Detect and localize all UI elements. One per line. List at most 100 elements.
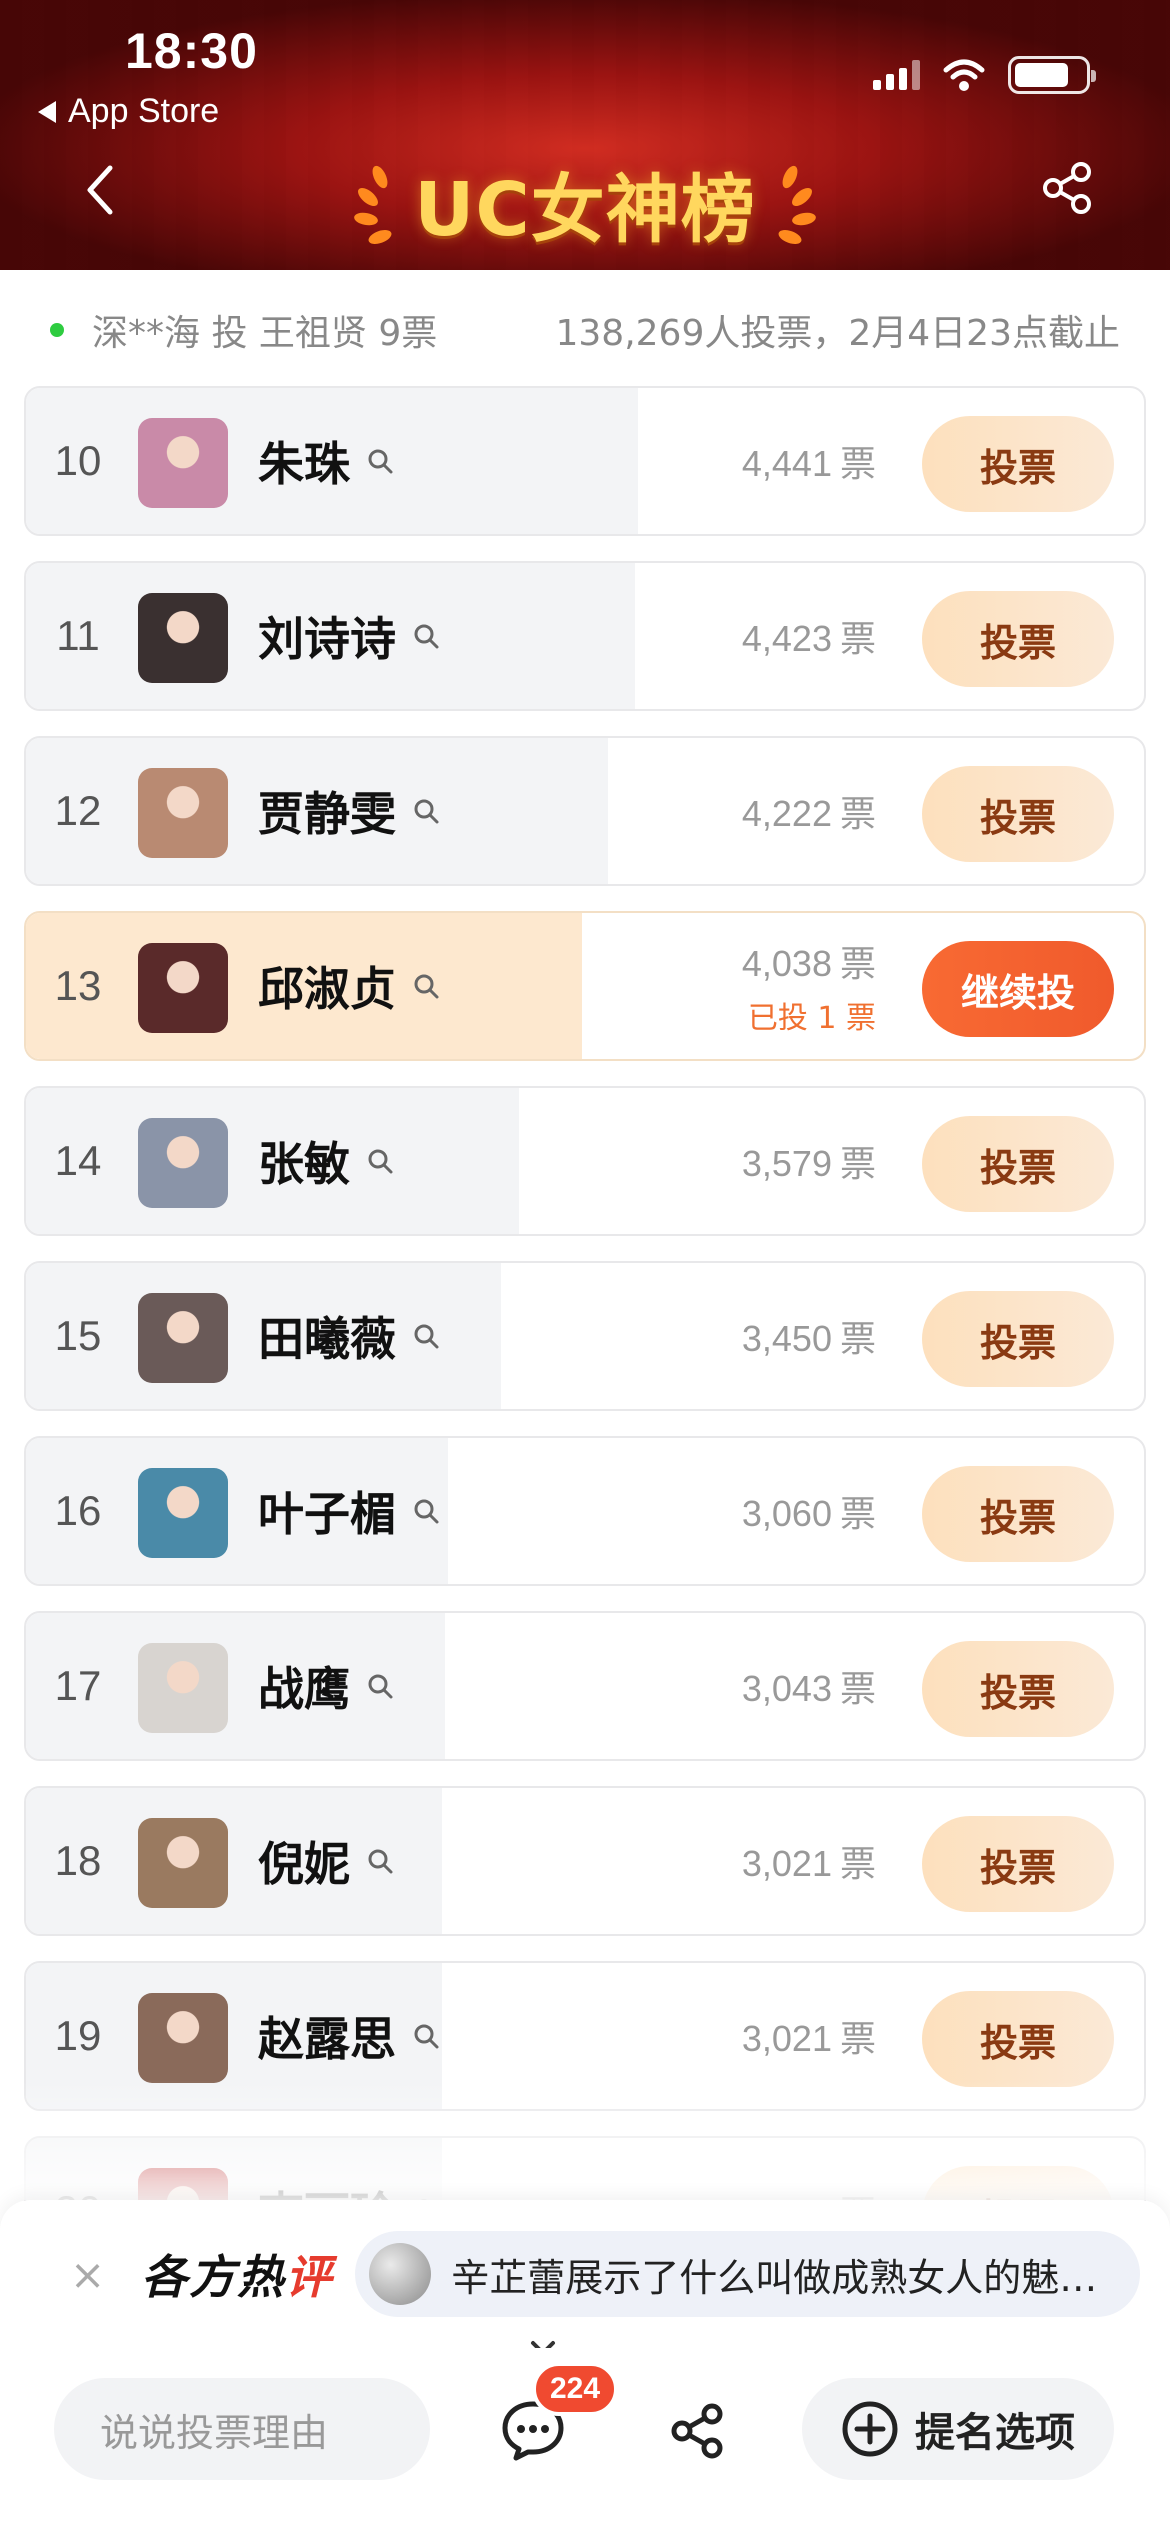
vote-button[interactable]: 投票: [922, 1816, 1114, 1912]
vote-count-block: 3,060 票: [742, 1438, 876, 1584]
share-icon[interactable]: [668, 2402, 726, 2460]
candidate-name-text: 战鹰: [258, 1662, 350, 1716]
vote-unit: 票: [839, 794, 876, 835]
avatar[interactable]: [138, 1993, 228, 2083]
ranking-row[interactable]: 14 张敏 3,579 票投票: [24, 1086, 1146, 1236]
candidate-name[interactable]: 叶子楣: [258, 1438, 440, 1584]
ranking-row[interactable]: 13 邱淑贞 4,038 票已投 1 票继续投: [24, 911, 1146, 1061]
vote-button[interactable]: 投票: [922, 1466, 1114, 1562]
avatar[interactable]: [138, 1293, 228, 1383]
candidate-name-text: 倪妮: [258, 1837, 350, 1891]
vote-count: 3,060 票: [742, 1485, 876, 1537]
vote-button[interactable]: 投票: [922, 766, 1114, 862]
vote-button[interactable]: 投票: [922, 1291, 1114, 1387]
search-icon[interactable]: [366, 1847, 394, 1875]
rank-number: 11: [56, 612, 100, 659]
search-icon[interactable]: [366, 447, 394, 475]
candidate-name-text: 刘诗诗: [258, 612, 396, 666]
list-fade: [0, 2080, 1170, 2200]
vote-count: 3,579 票: [742, 1135, 876, 1187]
page-title: UC女神榜: [414, 167, 756, 253]
vote-button[interactable]: 投票: [922, 1641, 1114, 1737]
rank-number: 10: [54, 437, 102, 484]
status-icons: [873, 56, 1096, 94]
vote-unit: 票: [839, 1494, 876, 1535]
back-to-app-store[interactable]: App Store: [38, 92, 219, 131]
vote-count-block: 3,579 票: [742, 1088, 876, 1234]
rank-number: 12: [54, 787, 102, 834]
vote-button[interactable]: 投票: [922, 416, 1114, 512]
vote-count: 4,038 票: [742, 935, 876, 987]
candidate-name-text: 邱淑贞: [258, 962, 396, 1016]
vote-count: 3,021 票: [742, 2010, 876, 2062]
search-icon[interactable]: [412, 797, 440, 825]
status-time: 18:30: [125, 23, 258, 79]
vote-count-number: 3,021: [741, 2018, 832, 2059]
header: 18:30 App Store UC女神榜: [0, 0, 1170, 270]
avatar[interactable]: [138, 768, 228, 858]
search-icon[interactable]: [366, 1147, 394, 1175]
vote-count: 3,021 票: [742, 1835, 876, 1887]
candidate-name[interactable]: 朱珠: [258, 388, 394, 534]
continue-vote-button[interactable]: 继续投: [922, 941, 1114, 1037]
laurel-right-icon: [778, 165, 816, 244]
search-icon[interactable]: [412, 622, 440, 650]
ranking-row[interactable]: 16 叶子楣 3,060 票投票: [24, 1436, 1146, 1586]
avatar[interactable]: [138, 1643, 228, 1733]
search-icon[interactable]: [412, 2022, 440, 2050]
avatar[interactable]: [138, 1818, 228, 1908]
vote-count-block: 4,441 票: [742, 388, 876, 534]
rank-number: 14: [54, 1137, 102, 1184]
vote-count: 3,043 票: [742, 1660, 876, 1712]
search-icon[interactable]: [366, 1672, 394, 1700]
ranking-row[interactable]: 12 贾静雯 4,222 票投票: [24, 736, 1146, 886]
candidate-name[interactable]: 刘诗诗: [258, 563, 440, 709]
candidate-name[interactable]: 张敏: [258, 1088, 394, 1234]
ranking-row[interactable]: 10 朱珠 4,441 票投票: [24, 386, 1146, 536]
vote-button[interactable]: 投票: [922, 591, 1114, 687]
avatar[interactable]: [138, 943, 228, 1033]
title-area: UC女神榜: [0, 150, 1170, 257]
candidate-name[interactable]: 战鹰: [258, 1613, 394, 1759]
nominate-option-button[interactable]: 提名选项: [802, 2378, 1114, 2480]
candidate-name[interactable]: 田曦薇: [258, 1263, 440, 1409]
ranking-row[interactable]: 11 刘诗诗 4,423 票投票: [24, 561, 1146, 711]
rank-number: 17: [54, 1662, 102, 1709]
search-icon[interactable]: [412, 1322, 440, 1350]
vote-button[interactable]: 投票: [922, 1116, 1114, 1212]
ranking-row[interactable]: 15 田曦薇 3,450 票 投票: [24, 1261, 1146, 1411]
avatar[interactable]: [138, 1468, 228, 1558]
latest-vote-text: 深**海 投 王祖贤 9票: [92, 313, 438, 354]
search-icon[interactable]: [412, 1497, 440, 1525]
vote-count: 4,441 票: [742, 435, 876, 487]
rank-number: 18: [54, 1837, 102, 1884]
hot-comment-text: 辛芷蕾展示了什么叫做成熟女人的魅…: [451, 2255, 1098, 2300]
plus-circle-icon: [842, 2401, 898, 2457]
candidate-name[interactable]: 贾静雯: [258, 738, 440, 884]
vote-count-number: 3,021: [741, 1843, 832, 1884]
vote-unit: 票: [839, 944, 876, 985]
avatar[interactable]: [138, 1118, 228, 1208]
vote-button[interactable]: 投票: [922, 1991, 1114, 2087]
avatar[interactable]: [138, 418, 228, 508]
candidate-name-text: 叶子楣: [258, 1487, 396, 1541]
avatar[interactable]: [138, 593, 228, 683]
vote-count-number: 3,450: [741, 1318, 832, 1359]
hot-comment-item[interactable]: 辛芷蕾展示了什么叫做成熟女人的魅…: [355, 2231, 1140, 2317]
wifi-icon: [943, 59, 985, 91]
search-icon[interactable]: [412, 972, 440, 1000]
vote-unit: 票: [839, 1319, 876, 1360]
ranking-row[interactable]: 17 战鹰 3,043 票投票: [24, 1611, 1146, 1761]
candidate-name-text: 赵露思: [258, 2012, 396, 2066]
ranking-row[interactable]: 18 倪妮 3,021 票投票: [24, 1786, 1146, 1936]
candidate-name[interactable]: 倪妮: [258, 1788, 394, 1934]
close-hot-comments-button[interactable]: ×: [70, 2250, 105, 2299]
candidate-name-text: 张敏: [258, 1137, 350, 1191]
vote-count-number: 3,579: [741, 1143, 832, 1184]
rank-number: 15: [54, 1312, 102, 1359]
vote-count-block: 3,043 票: [742, 1613, 876, 1759]
vote-reason-input[interactable]: 说说投票理由: [54, 2378, 430, 2480]
share-icon[interactable]: [1039, 160, 1095, 216]
candidate-name[interactable]: 邱淑贞: [258, 913, 440, 1059]
vote-count-number: 4,038: [741, 943, 832, 984]
